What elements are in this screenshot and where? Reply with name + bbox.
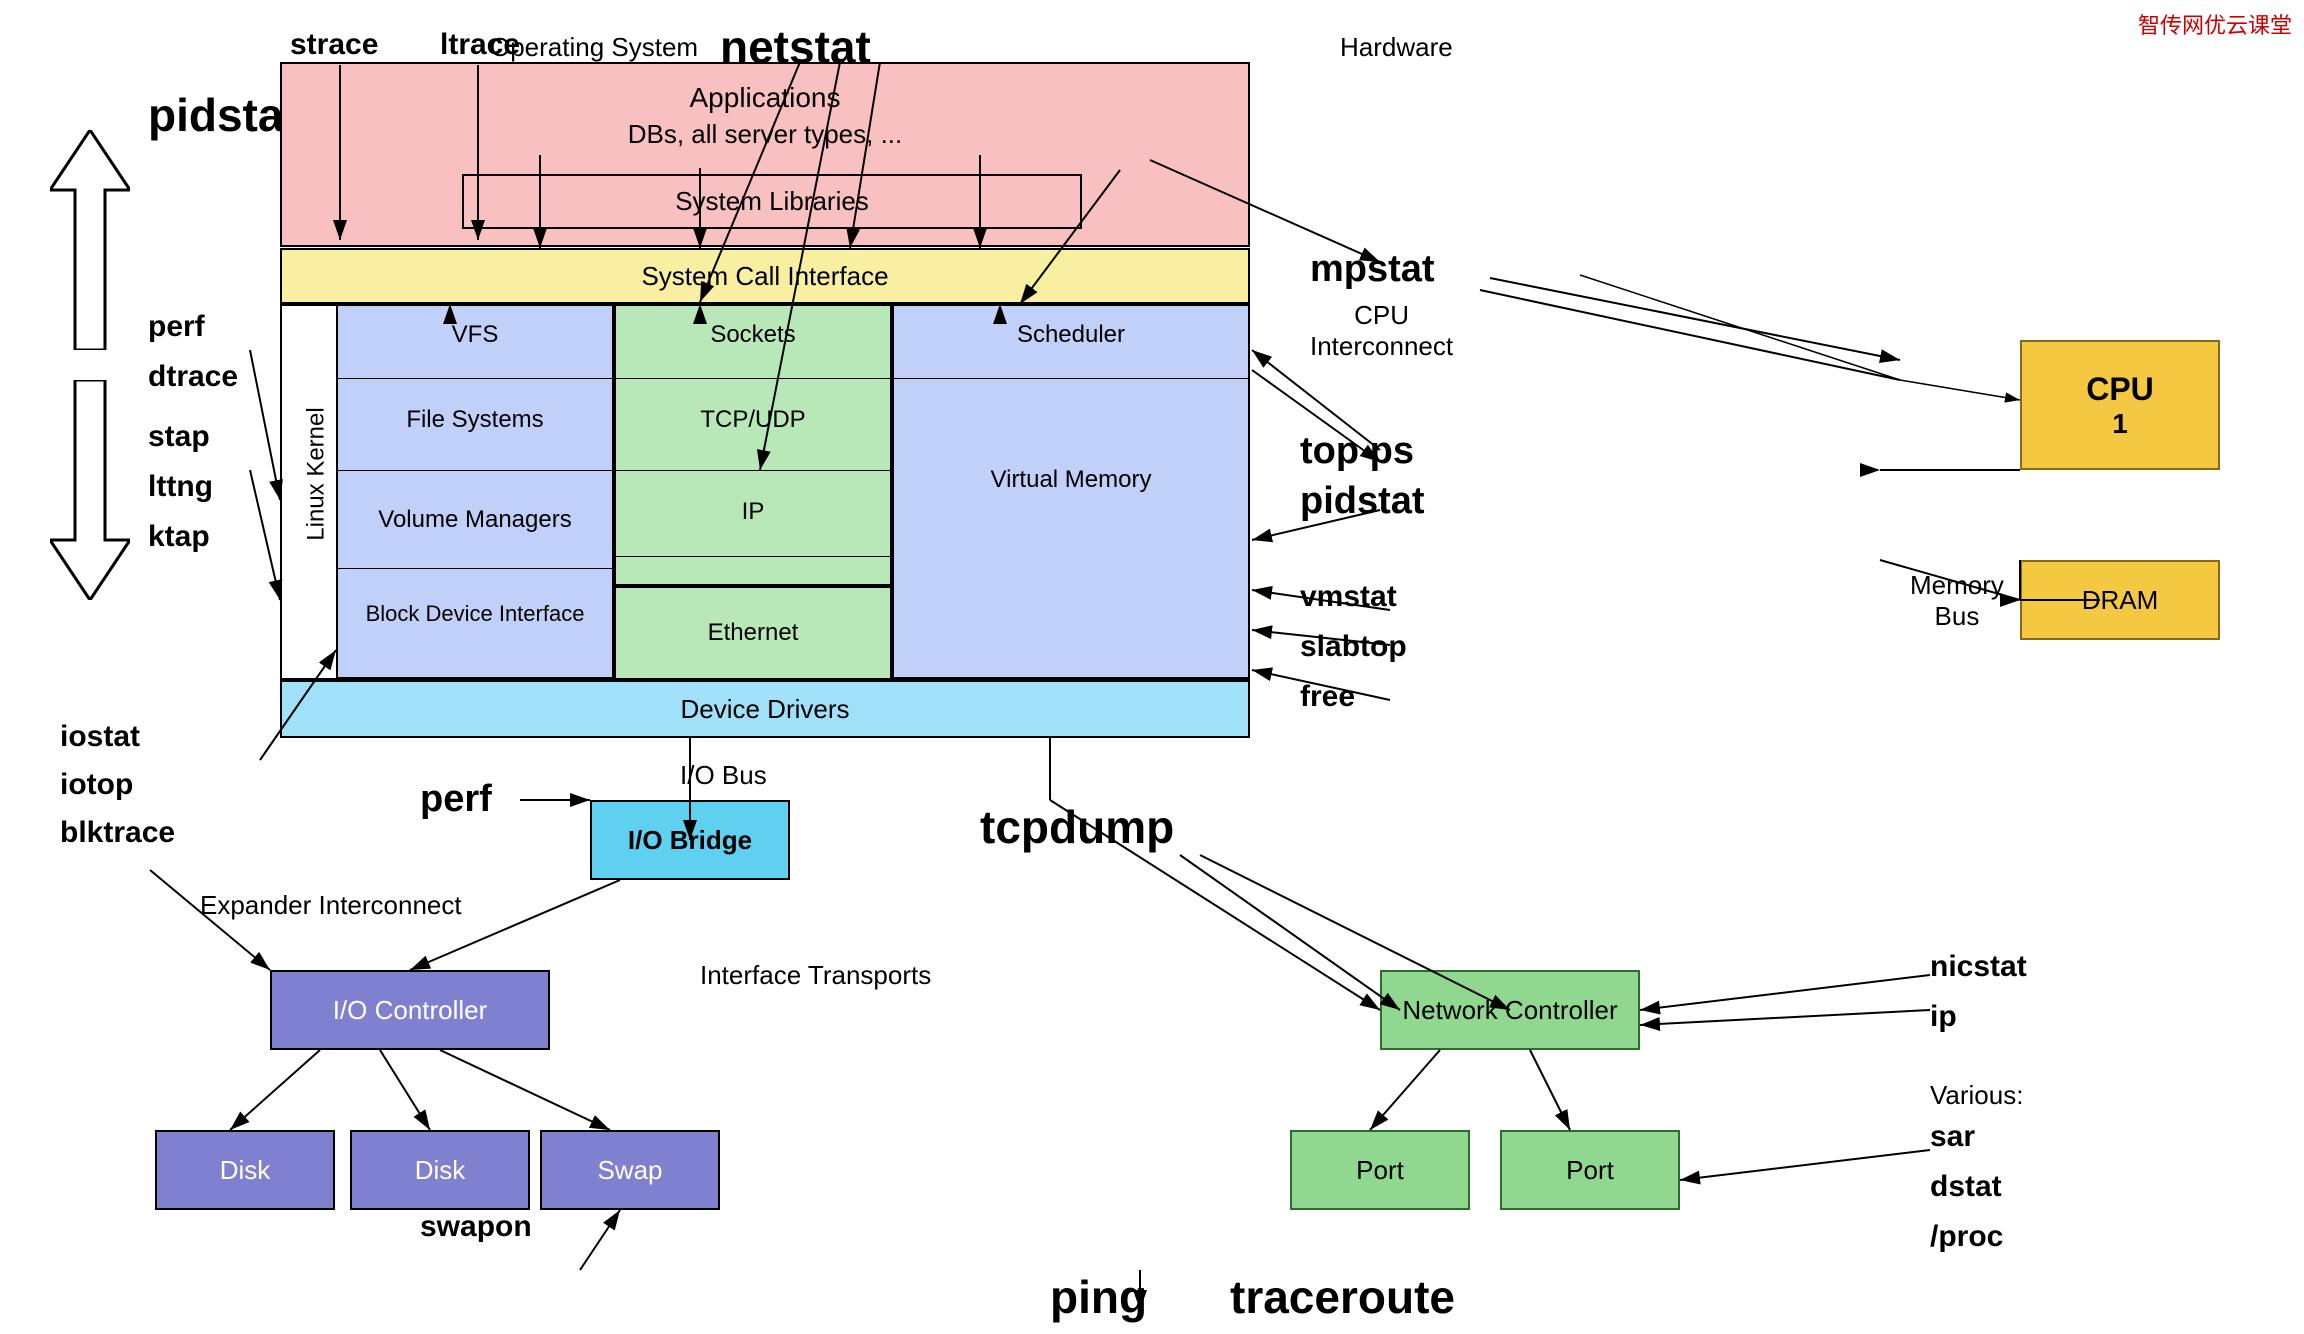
stap-label: stap (148, 420, 210, 454)
traceroute-label: traceroute (1230, 1270, 1455, 1324)
swap-box: Swap (540, 1130, 720, 1210)
dtrace-label: dtrace (148, 360, 238, 394)
blktrace-label: blktrace (60, 816, 175, 850)
cpu-num: 1 (2112, 408, 2128, 440)
slabtop-label: slabtop (1300, 630, 1407, 664)
disk2-box: Disk (350, 1130, 530, 1210)
syscall-layer: System Call Interface (280, 248, 1250, 304)
virtual-memory-text: Virtual Memory (894, 466, 1248, 494)
apps-sub-text: DBs, all server types, ... (282, 119, 1248, 150)
drivers-layer: Device Drivers (280, 680, 1250, 738)
down-arrow-svg (50, 380, 130, 600)
port1-box: Port (1290, 1130, 1470, 1210)
perf-left-label: perf (148, 310, 205, 344)
filesystems-text: File Systems (338, 406, 612, 434)
perf-io-label: perf (420, 778, 492, 821)
mpstat-label: mpstat (1310, 248, 1435, 291)
vfs-div1 (336, 378, 614, 379)
iostat-label: iostat (60, 720, 140, 754)
io-bridge-box: I/O Bridge (590, 800, 790, 880)
lttng-label: lttng (148, 470, 213, 504)
vfs-text: VFS (338, 321, 612, 349)
net-col: Sockets TCP/UDP IP (614, 304, 892, 586)
free-label: free (1300, 680, 1355, 714)
expander-label: Expander Interconnect (200, 890, 462, 921)
dram-box: DRAM (2020, 560, 2220, 640)
vmstat-label: vmstat (1300, 580, 1397, 614)
up-arrow-svg (50, 130, 130, 350)
sched-col: Scheduler Virtual Memory (892, 304, 1250, 679)
ip-text: IP (616, 498, 890, 526)
vfs-div3 (336, 568, 614, 569)
swapon-label: swapon (420, 1210, 532, 1244)
watermark: 智传网优云课堂 (2138, 8, 2292, 40)
net-div1 (614, 378, 892, 379)
proc-label: /proc (1930, 1220, 2003, 1254)
cpu-interconnect-label: CPUCPU InterconnectInterconnect (1310, 300, 1453, 362)
sar-label: sar (1930, 1120, 1975, 1154)
applications-layer: Applications DBs, all server types, ... … (280, 62, 1250, 247)
tcpdump-label: tcpdump (980, 800, 1174, 854)
pidstat-right-label: pidstat (1300, 480, 1425, 523)
nicstat-label: nicstat (1930, 950, 2027, 984)
scheduler-text: Scheduler (894, 321, 1248, 349)
net-div3 (614, 556, 892, 557)
port2-box: Port (1500, 1130, 1680, 1210)
tcpudp-text: TCP/UDP (616, 406, 890, 434)
net-div2 (614, 470, 892, 471)
applications-text: Applications (282, 82, 1248, 114)
system-libraries-box: System Libraries (462, 174, 1082, 229)
volume-managers-text: Volume Managers (338, 506, 612, 534)
memory-bus-label: MemoryBus (1910, 570, 2004, 632)
linux-kernel-label: Linux Kernel (303, 407, 331, 540)
ethernet-box: Ethernet (614, 586, 892, 680)
ping-label: ping (1050, 1270, 1147, 1324)
pidstat-left-label: pidstat (148, 88, 299, 142)
ltrace-label: ltrace (440, 28, 520, 62)
strace-label: strace (290, 28, 378, 62)
iotop-label: iotop (60, 768, 133, 802)
block-device-text: Block Device Interface (338, 601, 612, 627)
hardware-label: Hardware (1340, 32, 1453, 63)
pidstat-arrow-down (50, 380, 130, 605)
pidstat-arrow-up (50, 130, 130, 355)
interface-transports-label: Interface Transports (700, 960, 931, 991)
vfs-col: VFS File Systems Volume Managers Block D… (336, 304, 614, 679)
ip-tool-label: ip (1930, 1000, 1957, 1034)
ktap-label: ktap (148, 520, 210, 554)
operating-system-label: Operating System (490, 32, 698, 63)
sched-div (892, 378, 1250, 379)
io-bus-label: I/O Bus (680, 760, 767, 791)
top-ps-label: top ps (1300, 430, 1414, 473)
cpu-text: CPU (2086, 371, 2154, 408)
disk1-box: Disk (155, 1130, 335, 1210)
vfs-div2 (336, 470, 614, 471)
various-label: Various: (1930, 1080, 2023, 1111)
dstat-label: dstat (1930, 1170, 2002, 1204)
cpu-box: CPU 1 (2020, 340, 2220, 470)
sockets-text: Sockets (616, 321, 890, 349)
main-diagram: 智传网优云课堂 Operating System Hardware strace… (0, 0, 2304, 1334)
network-controller-box: Network Controller (1380, 970, 1640, 1050)
io-controller-box: I/O Controller (270, 970, 550, 1050)
